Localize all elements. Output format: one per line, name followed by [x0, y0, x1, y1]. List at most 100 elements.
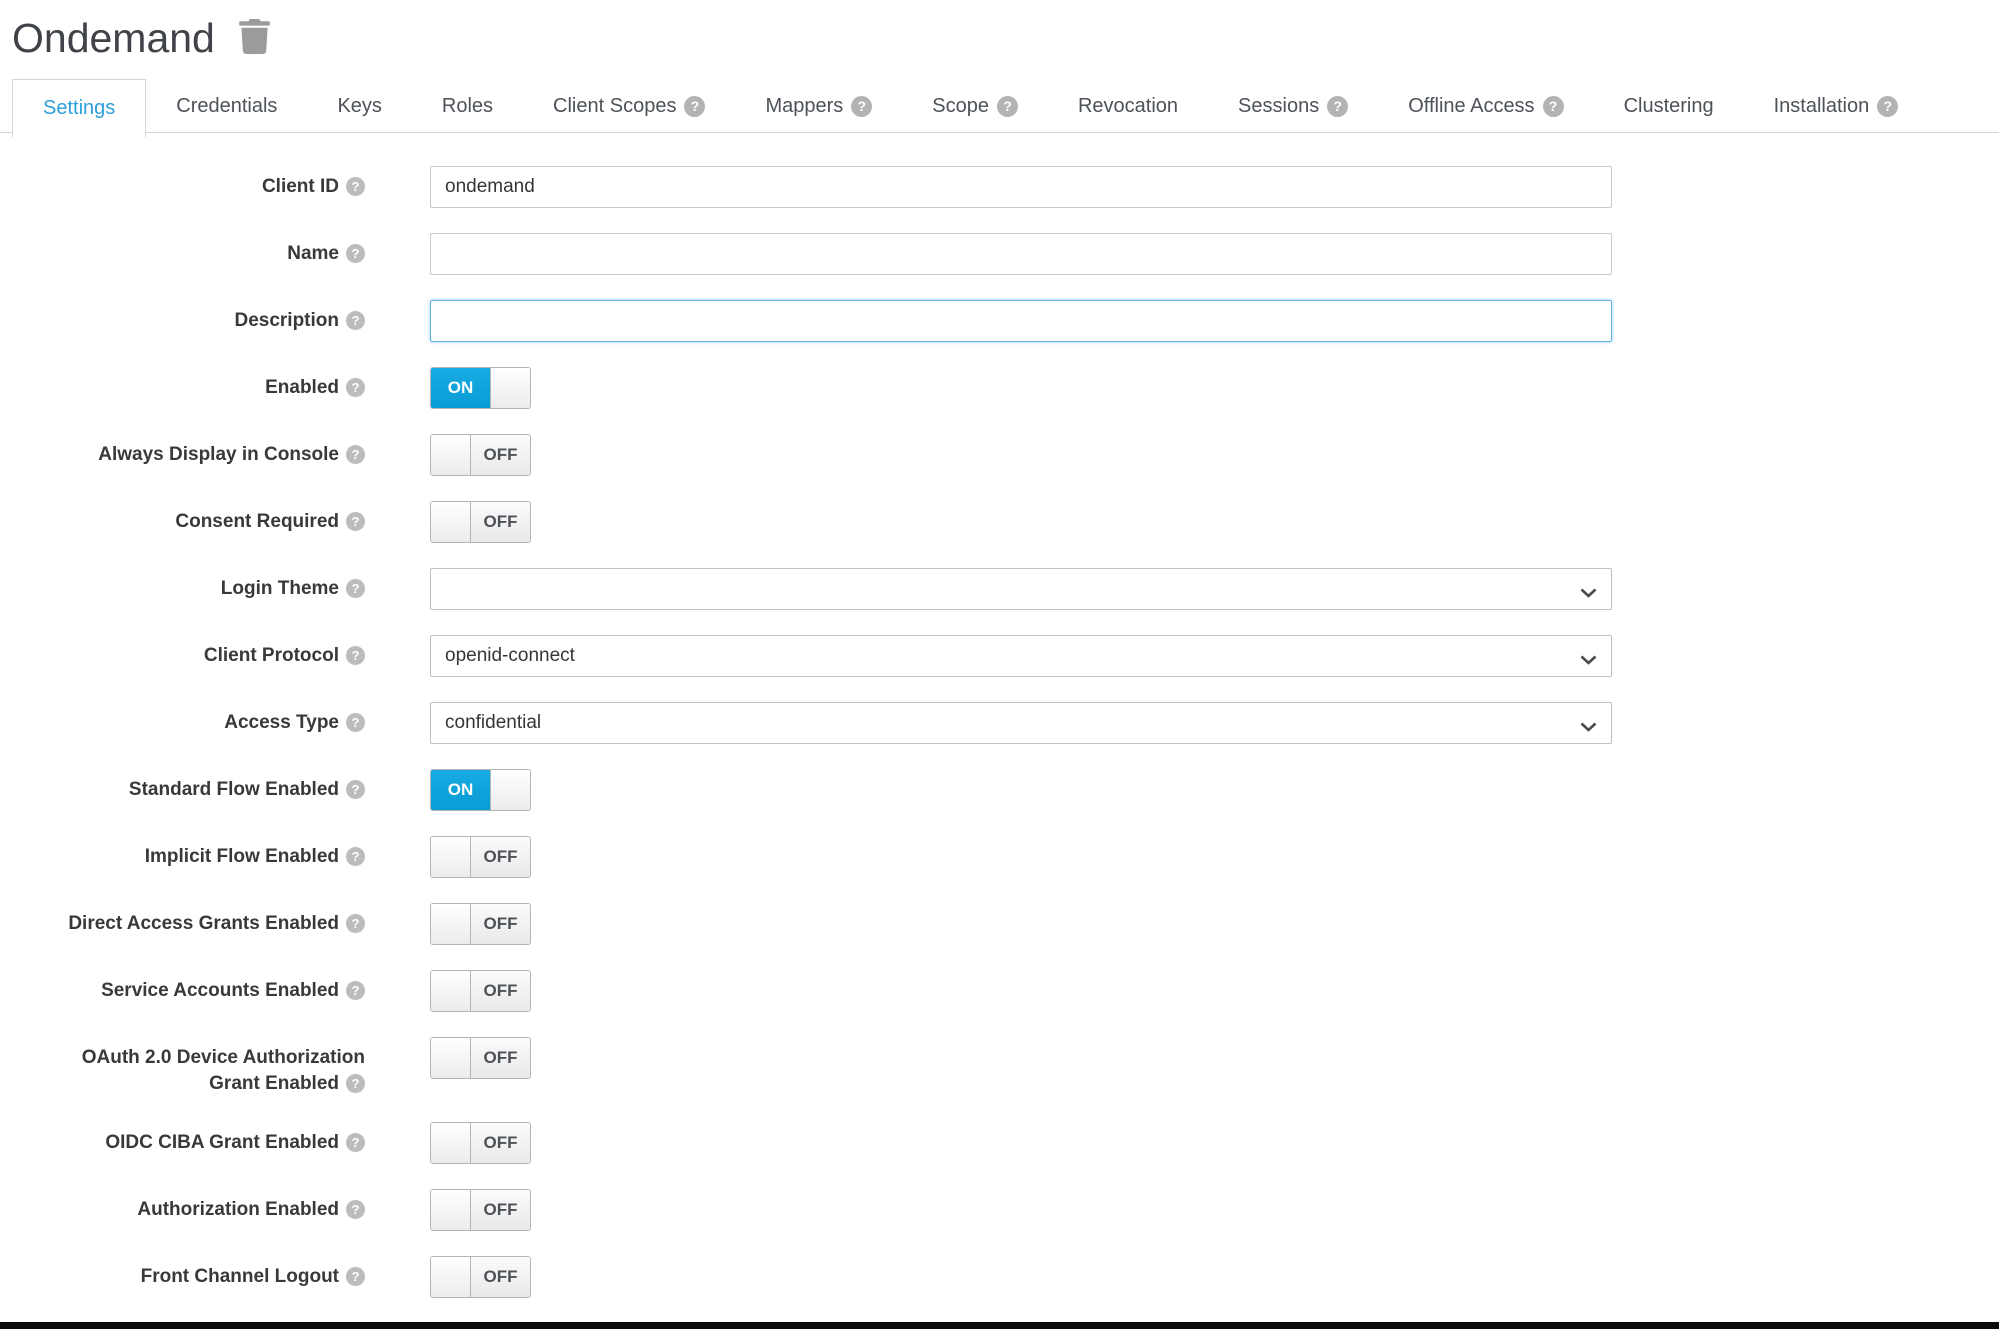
toggle-state-label: OFF — [471, 1038, 530, 1078]
standard-flow-enabled-toggle[interactable]: ON — [430, 769, 531, 811]
field-label: OIDC CIBA Grant Enabled — [105, 1132, 339, 1153]
tab-clustering[interactable]: Clustering — [1594, 80, 1744, 132]
field-label: Name — [287, 243, 339, 264]
chevron-down-icon — [1580, 719, 1597, 737]
client-tabs: Settings Credentials Keys Roles Client S… — [0, 79, 1999, 133]
field-label: Description — [234, 310, 339, 331]
help-icon[interactable]: ? — [346, 713, 365, 732]
implicit-flow-enabled-toggle[interactable]: OFF — [430, 836, 531, 878]
toggle-state-label: OFF — [471, 1190, 530, 1230]
description-input[interactable] — [430, 300, 1612, 342]
toggle-handle — [490, 368, 530, 408]
select-value: confidential — [431, 703, 1611, 743]
help-icon[interactable]: ? — [346, 244, 365, 263]
help-icon[interactable]: ? — [346, 378, 365, 397]
toggle-state-label: OFF — [471, 435, 530, 475]
help-icon[interactable]: ? — [346, 1200, 365, 1219]
form-row-description: Description? — [0, 300, 1999, 342]
field-label: Implicit Flow Enabled — [145, 846, 339, 867]
tab-label: Client Scopes — [553, 95, 676, 118]
tab-scope[interactable]: Scope ? — [902, 80, 1048, 132]
tab-client-scopes[interactable]: Client Scopes ? — [523, 80, 735, 132]
help-icon[interactable]: ? — [851, 96, 872, 117]
field-label: Login Theme — [221, 578, 339, 599]
oauth-device-authorization-grant-toggle[interactable]: OFF — [430, 1037, 531, 1079]
help-icon[interactable]: ? — [346, 1074, 365, 1093]
help-icon[interactable]: ? — [346, 1133, 365, 1152]
form-row-direct-access-grants-enabled: Direct Access Grants Enabled? OFF — [0, 903, 1999, 945]
tab-credentials[interactable]: Credentials — [146, 80, 307, 132]
field-label: Access Type — [224, 712, 339, 733]
help-icon[interactable]: ? — [997, 96, 1018, 117]
form-row-front-channel-logout: Front Channel Logout? OFF — [0, 1256, 1999, 1298]
tab-keys[interactable]: Keys — [307, 80, 411, 132]
help-icon[interactable]: ? — [346, 780, 365, 799]
help-icon[interactable]: ? — [346, 579, 365, 598]
tab-mappers[interactable]: Mappers ? — [735, 80, 902, 132]
delete-client-button[interactable] — [239, 19, 270, 57]
tab-label: Mappers — [765, 95, 843, 118]
form-row-access-type: Access Type? confidential — [0, 702, 1999, 744]
toggle-handle — [431, 502, 471, 542]
login-theme-select[interactable] — [430, 568, 1612, 610]
help-icon[interactable]: ? — [346, 914, 365, 933]
oidc-ciba-grant-enabled-toggle[interactable]: OFF — [430, 1122, 531, 1164]
help-icon[interactable]: ? — [346, 512, 365, 531]
toggle-handle — [431, 904, 471, 944]
trash-icon — [239, 19, 270, 57]
help-icon[interactable]: ? — [1877, 96, 1898, 117]
field-label: Standard Flow Enabled — [129, 779, 339, 800]
help-icon[interactable]: ? — [684, 96, 705, 117]
page-header: Ondemand — [0, 0, 1999, 66]
direct-access-grants-enabled-toggle[interactable]: OFF — [430, 903, 531, 945]
service-accounts-enabled-toggle[interactable]: OFF — [430, 970, 531, 1012]
toggle-handle — [431, 435, 471, 475]
form-row-service-accounts-enabled: Service Accounts Enabled? OFF — [0, 970, 1999, 1012]
help-icon[interactable]: ? — [346, 445, 365, 464]
toggle-handle — [431, 1038, 471, 1078]
tab-offline-access[interactable]: Offline Access ? — [1378, 80, 1593, 132]
toggle-handle — [431, 1123, 471, 1163]
help-icon[interactable]: ? — [1543, 96, 1564, 117]
toggle-state-label: OFF — [471, 904, 530, 944]
always-display-in-console-toggle[interactable]: OFF — [430, 434, 531, 476]
tab-label: Roles — [442, 95, 493, 118]
help-icon[interactable]: ? — [346, 847, 365, 866]
tab-label: Scope — [932, 95, 989, 118]
help-icon[interactable]: ? — [1327, 96, 1348, 117]
field-label: Client Protocol — [204, 645, 339, 666]
help-icon[interactable]: ? — [346, 981, 365, 1000]
tab-sessions[interactable]: Sessions ? — [1208, 80, 1378, 132]
form-row-client-protocol: Client Protocol? openid-connect — [0, 635, 1999, 677]
name-input[interactable] — [430, 233, 1612, 275]
enabled-toggle[interactable]: ON — [430, 367, 531, 409]
toggle-state-label: OFF — [471, 1123, 530, 1163]
toggle-state-label: OFF — [471, 502, 530, 542]
tab-roles[interactable]: Roles — [412, 80, 523, 132]
field-label: Always Display in Console — [98, 444, 339, 465]
field-label: Client ID — [262, 176, 339, 197]
chevron-down-icon — [1580, 585, 1597, 603]
toggle-handle — [431, 1190, 471, 1230]
front-channel-logout-toggle[interactable]: OFF — [430, 1256, 531, 1298]
chevron-down-icon — [1580, 652, 1597, 670]
toggle-handle — [431, 971, 471, 1011]
client-protocol-select[interactable]: openid-connect — [430, 635, 1612, 677]
access-type-select[interactable]: confidential — [430, 702, 1612, 744]
tab-label: Credentials — [176, 95, 277, 118]
authorization-enabled-toggle[interactable]: OFF — [430, 1189, 531, 1231]
field-label: Front Channel Logout — [141, 1266, 339, 1287]
consent-required-toggle[interactable]: OFF — [430, 501, 531, 543]
tab-revocation[interactable]: Revocation — [1048, 80, 1208, 132]
form-row-enabled: Enabled? ON — [0, 367, 1999, 409]
client-id-input[interactable] — [430, 166, 1612, 208]
form-row-always-display-in-console: Always Display in Console? OFF — [0, 434, 1999, 476]
help-icon[interactable]: ? — [346, 177, 365, 196]
help-icon[interactable]: ? — [346, 1267, 365, 1286]
help-icon[interactable]: ? — [346, 311, 365, 330]
tab-settings[interactable]: Settings — [12, 79, 146, 137]
tab-label: Offline Access — [1408, 95, 1534, 118]
tab-installation[interactable]: Installation ? — [1744, 80, 1929, 132]
toggle-state-label: OFF — [471, 971, 530, 1011]
help-icon[interactable]: ? — [346, 646, 365, 665]
